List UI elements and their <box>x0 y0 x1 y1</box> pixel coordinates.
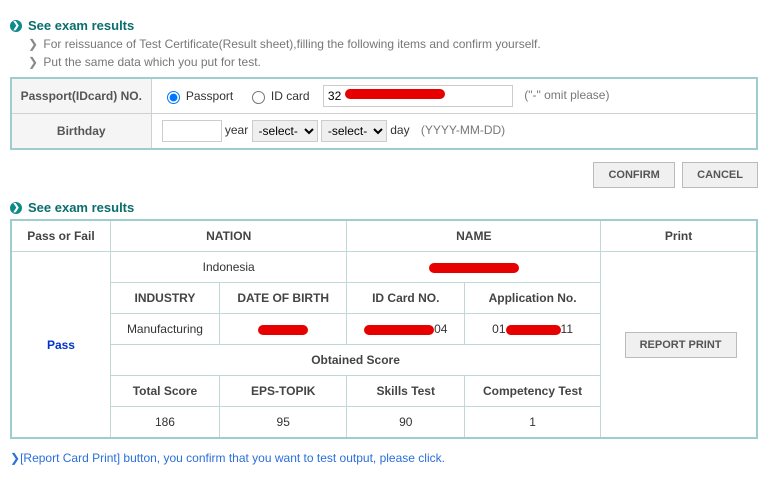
section-title-1: ❯ See exam results <box>10 18 758 33</box>
obtained-h: Obtained Score <box>110 345 600 376</box>
radio-passport-label: Passport <box>186 89 233 103</box>
birthday-cell: year -select- -select- day (YYYY-MM-DD) <box>151 114 757 150</box>
cancel-button[interactable]: CANCEL <box>682 162 758 188</box>
month-select[interactable]: -select- <box>252 120 318 142</box>
results-table: Pass or Fail NATION NAME Print Pass Indo… <box>10 219 758 439</box>
appno-v: 0111 <box>465 314 601 345</box>
radio-idcard[interactable] <box>252 91 265 104</box>
results-title: See exam results <box>28 200 134 215</box>
radio-idcard-label: ID card <box>271 89 310 103</box>
redaction <box>364 325 434 335</box>
print-cell: REPORT PRINT <box>601 252 757 439</box>
comp-v: 1 <box>465 407 601 439</box>
day-text: day <box>390 123 409 137</box>
section-title-2: ❯ See exam results <box>10 200 758 215</box>
total-v: 186 <box>110 407 219 439</box>
year-text: year <box>225 123 248 137</box>
button-row: CONFIRM CANCEL <box>10 162 758 188</box>
redaction <box>506 325 561 335</box>
col-print: Print <box>601 220 757 252</box>
footnote: ❯[Report Card Print] button, you confirm… <box>10 451 758 465</box>
nation-value: Indonesia <box>110 252 347 283</box>
skills-h: Skills Test <box>347 376 465 407</box>
pass-value: Pass <box>11 252 110 439</box>
eps-v: 95 <box>219 407 346 439</box>
note-2: ❯ Put the same data which you put for te… <box>28 55 758 69</box>
redaction <box>258 325 308 335</box>
col-name: NAME <box>347 220 601 252</box>
day-select[interactable]: -select- <box>321 120 387 142</box>
idcard-h: ID Card NO. <box>347 283 465 314</box>
idcard-v: 04 <box>347 314 465 345</box>
date-hint: (YYYY-MM-DD) <box>421 123 505 137</box>
report-print-button[interactable]: REPORT PRINT <box>625 332 737 358</box>
confirm-button[interactable]: CONFIRM <box>593 162 674 188</box>
dob-v <box>219 314 346 345</box>
name-value <box>347 252 601 283</box>
year-input[interactable] <box>162 120 222 142</box>
id-hint: ("-" omit please) <box>524 88 609 102</box>
birthday-label: Birthday <box>11 114 151 150</box>
arrow-icon: ❯ <box>10 451 20 465</box>
search-form: Passport(IDcard) NO. Passport ID card ("… <box>10 77 758 150</box>
col-passfail: Pass or Fail <box>11 220 110 252</box>
arrow-icon: ❯ <box>28 55 38 69</box>
comp-h: Competency Test <box>465 376 601 407</box>
radio-passport[interactable] <box>167 91 180 104</box>
col-nation: NATION <box>110 220 347 252</box>
passport-label: Passport(IDcard) NO. <box>11 78 151 114</box>
arrow-icon: ❯ <box>28 37 38 51</box>
redaction <box>429 263 519 273</box>
note-1: ❯ For reissuance of Test Certificate(Res… <box>28 37 758 51</box>
dob-h: DATE OF BIRTH <box>219 283 346 314</box>
title-text: See exam results <box>28 18 134 33</box>
total-h: Total Score <box>110 376 219 407</box>
passport-cell: Passport ID card ("-" omit please) <box>151 78 757 114</box>
skills-v: 90 <box>347 407 465 439</box>
bullet-icon: ❯ <box>10 20 22 32</box>
redaction <box>345 89 445 99</box>
appno-h: Application No. <box>465 283 601 314</box>
industry-v: Manufacturing <box>110 314 219 345</box>
bullet-icon: ❯ <box>10 202 22 214</box>
eps-h: EPS-TOPIK <box>219 376 346 407</box>
industry-h: INDUSTRY <box>110 283 219 314</box>
